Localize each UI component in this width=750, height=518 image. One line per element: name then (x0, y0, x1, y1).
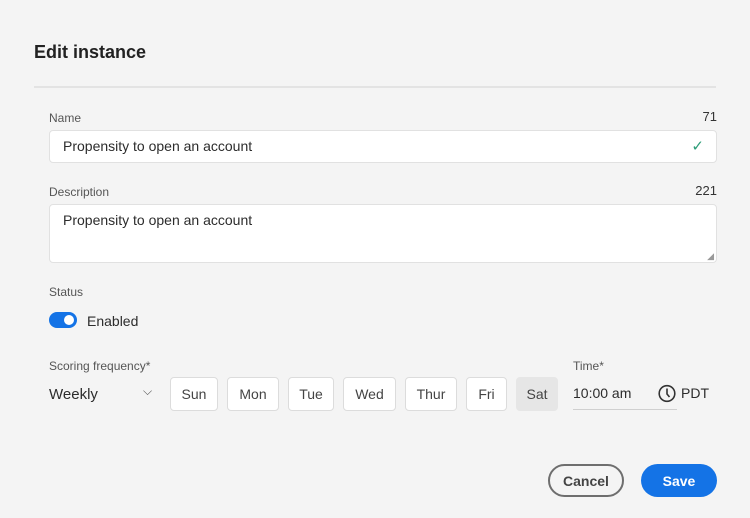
name-label: Name (49, 111, 82, 125)
scoring-frequency-label: Scoring frequency* (49, 359, 151, 373)
description-textarea[interactable]: Propensity to open an account ◢ (49, 204, 717, 263)
chevron-down-icon: ⌵ (143, 384, 153, 398)
name-input[interactable]: Propensity to open an account ✓ (49, 130, 717, 163)
day-sat[interactable]: Sat (516, 377, 558, 411)
status-toggle[interactable] (49, 312, 77, 328)
day-fri[interactable]: Fri (466, 377, 507, 411)
day-wed[interactable]: Wed (343, 377, 396, 411)
day-sun[interactable]: Sun (170, 377, 218, 411)
dialog-title: Edit instance (34, 42, 147, 62)
description-char-count: 221 (695, 183, 717, 198)
scoring-frequency-dropdown[interactable]: Weekly ⌵ (49, 377, 159, 411)
status-toggle-label: Enabled (87, 313, 139, 329)
scoring-frequency-value: Weekly (49, 385, 98, 403)
day-tue[interactable]: Tue (288, 377, 334, 411)
description-label: Description (49, 185, 110, 199)
description-value: Propensity to open an account (63, 212, 253, 228)
time-value: 10:00 am (573, 385, 632, 401)
timezone: PDT (681, 385, 709, 401)
day-mon[interactable]: Mon (227, 377, 279, 411)
status-label: Status (49, 285, 84, 299)
name-char-count: 71 (702, 109, 717, 124)
save-button[interactable]: Save (641, 464, 717, 497)
resize-handle-icon[interactable]: ◢ (707, 251, 714, 262)
day-thur[interactable]: Thur (405, 377, 457, 411)
checkmark-icon: ✓ (691, 138, 704, 155)
name-value: Propensity to open an account (63, 138, 253, 154)
divider (34, 86, 716, 88)
clock-icon (658, 384, 676, 403)
cancel-button[interactable]: Cancel (548, 464, 624, 497)
time-label: Time* (573, 359, 604, 373)
